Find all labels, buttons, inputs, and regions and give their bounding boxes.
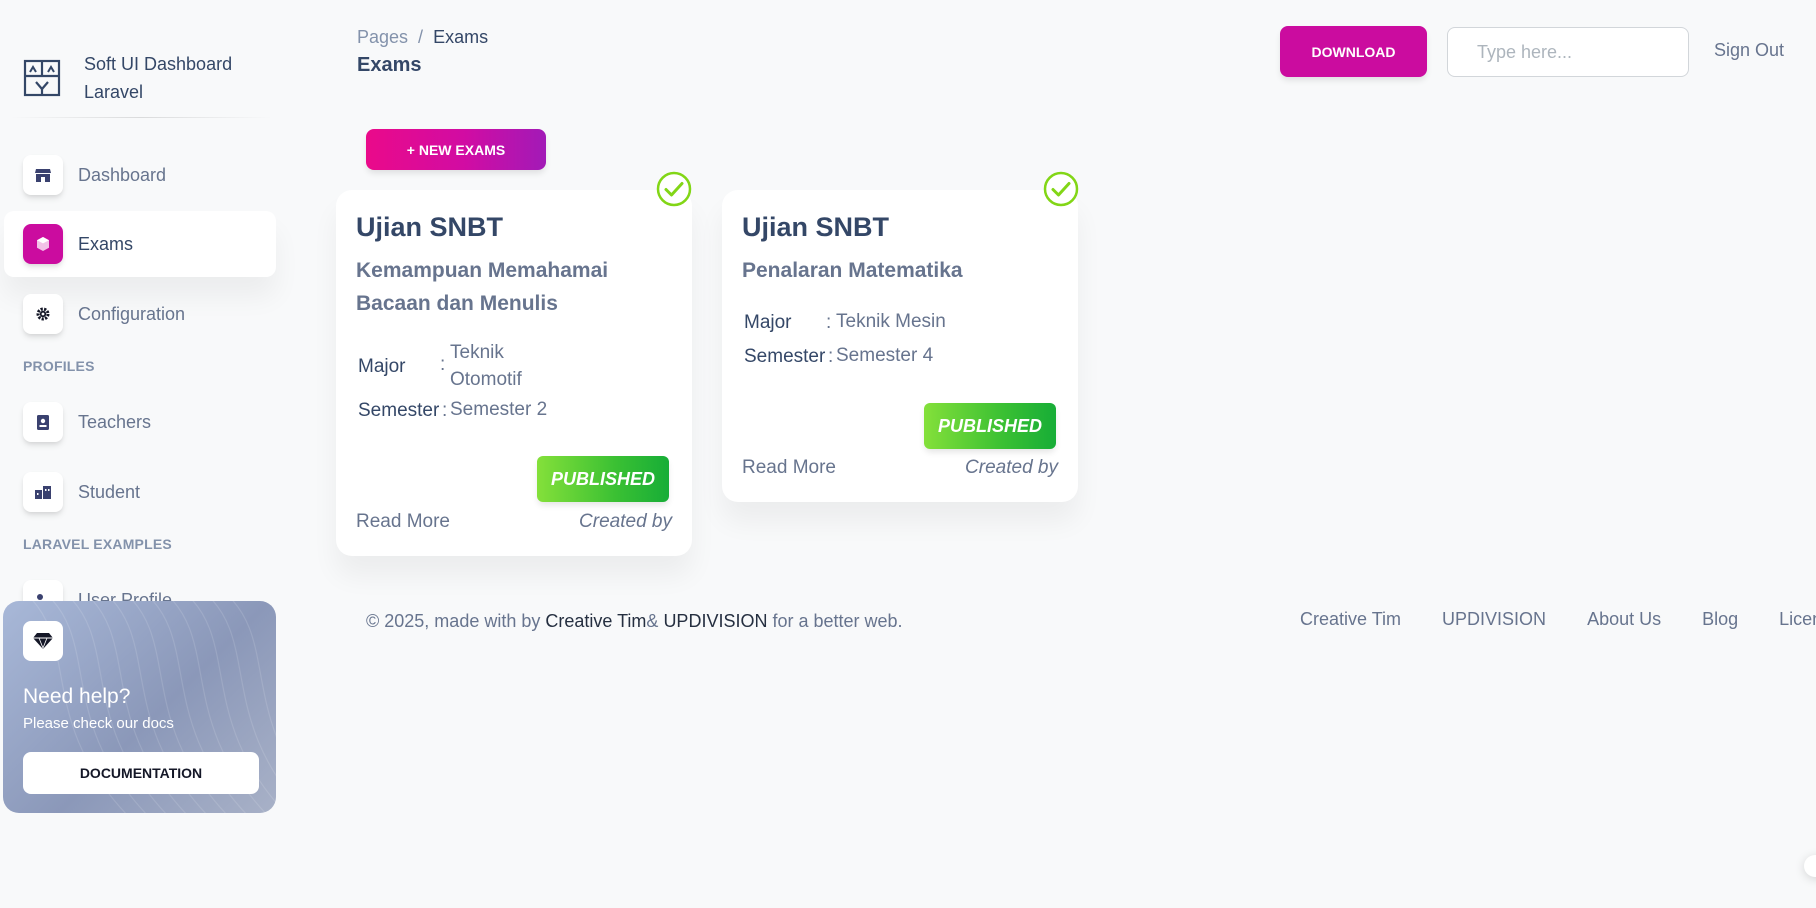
exam-title: Ujian SNBT	[356, 212, 504, 242]
sidebar-item-exams[interactable]: Exams	[4, 211, 276, 277]
help-subtitle: Please check our docs	[23, 715, 174, 732]
divider	[10, 117, 272, 118]
check-circle-icon	[1043, 171, 1079, 207]
colon: :	[442, 400, 448, 421]
sidebar-item-teachers[interactable]: Teachers	[4, 389, 276, 455]
exam-subtitle-line: Kemampuan Memahamai	[356, 259, 609, 282]
exam-subtitle-line: Penalaran Matematika	[742, 259, 963, 282]
copyright-suffix: for a better web.	[772, 611, 903, 631]
gear-icon	[23, 294, 63, 334]
footer-link-blog[interactable]: Blog	[1702, 609, 1738, 630]
building-icon	[23, 472, 63, 512]
section-heading-laravel-examples: LARAVEL EXAMPLES	[23, 536, 172, 552]
documentation-button[interactable]: DOCUMENTATION	[23, 752, 259, 794]
shop-icon	[23, 155, 63, 195]
sidebar-item-label: Dashboard	[78, 164, 167, 185]
sidebar-item-label: Configuration	[78, 303, 186, 324]
semester-value: Semester 2	[450, 399, 548, 420]
sidebar-item-configuration[interactable]: Configuration	[4, 281, 276, 347]
footer-link-updivision[interactable]: UPDIVISION	[1442, 609, 1546, 630]
status-badge: PUBLISHED	[537, 456, 669, 502]
updivision-link[interactable]: UPDIVISION	[663, 611, 767, 631]
status-badge: PUBLISHED	[924, 403, 1056, 449]
created-by-label: Created by	[965, 457, 1058, 478]
semester-value: Semester 4	[836, 345, 934, 366]
diamond-icon	[23, 621, 63, 661]
major-value: Teknik	[450, 342, 504, 363]
semester-label: Semester	[358, 400, 440, 421]
help-title: Need help?	[23, 685, 131, 708]
cube-icon	[23, 224, 63, 264]
check-circle-icon	[656, 171, 692, 207]
major-label: Major	[744, 312, 792, 333]
colon: :	[440, 354, 446, 375]
sidebar-item-label: Student	[78, 481, 141, 502]
breadcrumb: Pages / Exams	[357, 27, 488, 48]
search-input[interactable]	[1447, 27, 1689, 77]
download-button[interactable]: DOWNLOAD	[1280, 26, 1427, 77]
read-more-link[interactable]: Read More	[742, 457, 836, 479]
sidebar-item-student[interactable]: Student	[4, 459, 276, 525]
footer-copyright: © 2025, made with by Creative Tim& UPDIV…	[366, 611, 903, 632]
sidebar-item-label: Teachers	[78, 411, 152, 432]
major-value: Teknik Mesin	[836, 311, 946, 332]
breadcrumb-pages[interactable]: Pages	[357, 27, 408, 48]
major-value: Otomotif	[450, 369, 522, 390]
settings-toggle[interactable]	[1804, 855, 1816, 877]
breadcrumb-current: Exams	[433, 27, 489, 47]
exam-subtitle-line: Bacaan dan Menulis	[356, 292, 558, 315]
created-by-label: Created by	[579, 511, 672, 532]
sign-out-link[interactable]: Sign Out	[1714, 40, 1784, 61]
brand-name: Soft UI Dashboard Laravel	[84, 54, 233, 102]
footer-link-license[interactable]: License	[1779, 609, 1816, 630]
new-exams-button[interactable]: + NEW EXAMS	[366, 129, 546, 170]
footer-link-creative-tim[interactable]: Creative Tim	[1300, 609, 1401, 630]
ampersand: &	[646, 611, 659, 631]
exam-card: Ujian SNBT Penalaran Matematika Major : …	[722, 190, 1078, 502]
colon: :	[828, 346, 834, 367]
copyright-prefix: © 2025, made with by	[366, 611, 541, 631]
sidebar-item-dashboard[interactable]: Dashboard	[4, 142, 276, 208]
footer-links: Creative Tim UPDIVISION About Us Blog Li…	[1300, 609, 1816, 630]
breadcrumb-separator: /	[418, 27, 424, 47]
help-card: Need help? Please check our docs DOCUMEN…	[3, 601, 276, 813]
read-more-link[interactable]: Read More	[356, 511, 450, 533]
major-label: Major	[358, 356, 406, 377]
creative-tim-link[interactable]: Creative Tim	[545, 611, 646, 631]
logo-icon	[23, 59, 61, 97]
footer-link-about-us[interactable]: About Us	[1587, 609, 1661, 630]
exam-card: Ujian SNBT Kemampuan Memahamai Bacaan da…	[336, 190, 692, 556]
badge-icon	[23, 402, 63, 442]
brand[interactable]: Soft UI Dashboard Laravel	[22, 50, 272, 110]
sidebar: Soft UI Dashboard Laravel Dashboard Exam…	[0, 0, 280, 908]
colon: :	[826, 312, 832, 333]
page-title: Exams	[357, 54, 422, 76]
section-heading-profiles: PROFILES	[23, 358, 95, 374]
sidebar-item-label: Exams	[78, 233, 134, 254]
semester-label: Semester	[744, 346, 826, 367]
exam-title: Ujian SNBT	[742, 212, 890, 242]
